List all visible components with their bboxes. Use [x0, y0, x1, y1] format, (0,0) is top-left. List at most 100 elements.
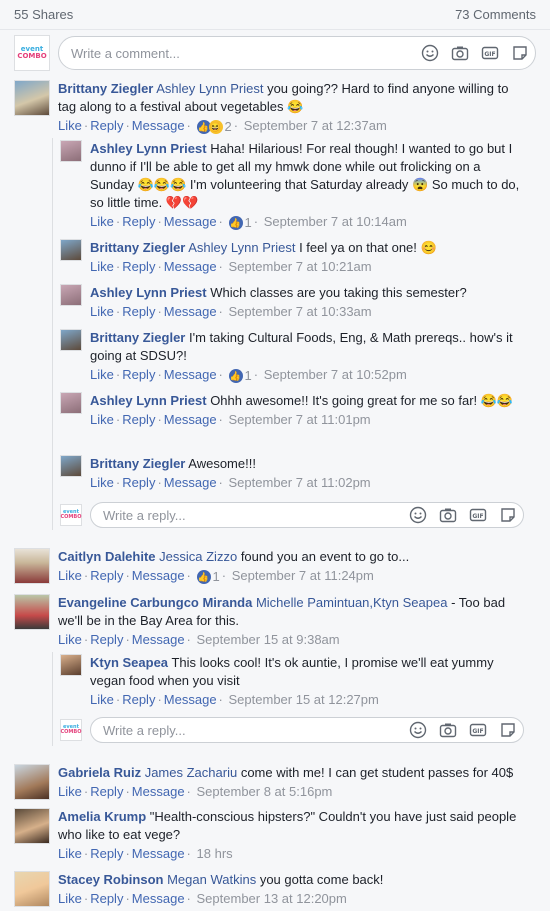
avatar[interactable]: [60, 392, 82, 414]
emoji-icon[interactable]: [409, 506, 427, 524]
avatar[interactable]: [60, 284, 82, 306]
reply-button[interactable]: Reply: [90, 846, 123, 861]
comment-author[interactable]: Gabriela Ruiz: [58, 765, 141, 780]
reply-button[interactable]: Reply: [122, 304, 155, 319]
reply-button[interactable]: Reply: [122, 367, 155, 382]
camera-icon[interactable]: [451, 44, 469, 62]
timestamp[interactable]: September 7 at 10:14am: [264, 214, 407, 229]
tagged-user[interactable]: Jessica Zizzo: [159, 549, 237, 564]
timestamp[interactable]: September 8 at 5:16pm: [197, 784, 333, 799]
message-button[interactable]: Message: [164, 367, 217, 382]
comment-author[interactable]: Ashley Lynn Priest: [90, 393, 207, 408]
tagged-user[interactable]: Michelle Pamintuan,Ktyn Seapea: [256, 595, 448, 610]
avatar[interactable]: [14, 594, 50, 630]
like-button[interactable]: Like: [58, 891, 82, 906]
like-button[interactable]: Like: [58, 784, 82, 799]
timestamp[interactable]: September 7 at 10:52pm: [264, 367, 407, 382]
reply-button[interactable]: Reply: [90, 118, 123, 133]
avatar[interactable]: [14, 871, 50, 907]
message-button[interactable]: Message: [132, 891, 185, 906]
comments-count[interactable]: 73 Comments: [455, 7, 536, 22]
message-button[interactable]: Message: [132, 846, 185, 861]
message-button[interactable]: Message: [164, 304, 217, 319]
reply-button[interactable]: Reply: [90, 891, 123, 906]
gif-icon[interactable]: GIF: [469, 721, 487, 739]
comment-author[interactable]: Brittany Ziegler: [90, 330, 185, 345]
reaction-count[interactable]: 👍 😆 2: [196, 118, 232, 136]
avatar[interactable]: [60, 239, 82, 261]
like-button[interactable]: Like: [90, 259, 114, 274]
message-button[interactable]: Message: [132, 118, 185, 133]
timestamp[interactable]: September 13 at 12:20pm: [197, 891, 347, 906]
reply-button[interactable]: Reply: [90, 784, 123, 799]
message-button[interactable]: Message: [132, 784, 185, 799]
avatar[interactable]: [14, 808, 50, 844]
comment-author[interactable]: Amelia Krump: [58, 809, 146, 824]
message-button[interactable]: Message: [164, 692, 217, 707]
reaction-count[interactable]: 👍 1: [196, 568, 220, 586]
avatar[interactable]: [14, 764, 50, 800]
tagged-user[interactable]: James Zachariu: [145, 765, 237, 780]
message-button[interactable]: Message: [164, 259, 217, 274]
like-button[interactable]: Like: [90, 304, 114, 319]
emoji-icon[interactable]: [409, 721, 427, 739]
timestamp[interactable]: September 7 at 11:24pm: [232, 568, 374, 583]
timestamp[interactable]: September 7 at 10:21am: [229, 259, 372, 274]
avatar[interactable]: [60, 329, 82, 351]
avatar[interactable]: [60, 455, 82, 477]
like-button[interactable]: Like: [90, 214, 114, 229]
comment-author[interactable]: Caitlyn Dalehite: [58, 549, 156, 564]
timestamp[interactable]: September 7 at 12:37am: [244, 118, 387, 133]
comment-author[interactable]: Ktyn Seapea: [90, 655, 168, 670]
message-button[interactable]: Message: [164, 475, 217, 490]
gif-icon[interactable]: GIF: [469, 506, 487, 524]
shares-count[interactable]: 55 Shares: [14, 7, 73, 22]
sticker-icon[interactable]: [499, 721, 517, 739]
reply-button[interactable]: Reply: [90, 568, 123, 583]
tagged-user[interactable]: Ashley Lynn Priest: [188, 240, 295, 255]
avatar[interactable]: [14, 80, 50, 116]
reply-input[interactable]: Write a reply... GIF: [90, 502, 524, 528]
reply-button[interactable]: Reply: [122, 412, 155, 427]
message-button[interactable]: Message: [132, 632, 185, 647]
avatar[interactable]: [60, 140, 82, 162]
gif-icon[interactable]: GIF: [481, 44, 499, 62]
comment-author[interactable]: Ashley Lynn Priest: [90, 141, 207, 156]
tagged-user[interactable]: Megan Watkins: [167, 872, 256, 887]
emoji-icon[interactable]: [421, 44, 439, 62]
comment-author[interactable]: Ashley Lynn Priest: [90, 285, 207, 300]
sticker-icon[interactable]: [511, 44, 529, 62]
sticker-icon[interactable]: [499, 506, 517, 524]
comment-author[interactable]: Stacey Robinson: [58, 872, 163, 887]
comment-input[interactable]: Write a comment... GIF: [58, 36, 536, 70]
comment-author[interactable]: Brittany Ziegler: [58, 81, 153, 96]
comment-author[interactable]: Brittany Ziegler: [90, 240, 185, 255]
avatar[interactable]: [14, 548, 50, 584]
like-button[interactable]: Like: [90, 412, 114, 427]
reply-input[interactable]: Write a reply... GIF: [90, 717, 524, 743]
reply-button[interactable]: Reply: [122, 692, 155, 707]
message-button[interactable]: Message: [164, 214, 217, 229]
like-button[interactable]: Like: [90, 692, 114, 707]
message-button[interactable]: Message: [132, 568, 185, 583]
comment-author[interactable]: Evangeline Carbungco Miranda: [58, 595, 252, 610]
timestamp[interactable]: September 7 at 11:01pm: [229, 412, 371, 427]
like-button[interactable]: Like: [58, 632, 82, 647]
timestamp[interactable]: September 7 at 11:02pm: [229, 475, 371, 490]
like-button[interactable]: Like: [58, 118, 82, 133]
camera-icon[interactable]: [439, 506, 457, 524]
like-button[interactable]: Like: [58, 846, 82, 861]
reply-button[interactable]: Reply: [90, 632, 123, 647]
like-button[interactable]: Like: [90, 367, 114, 382]
like-button[interactable]: Like: [90, 475, 114, 490]
comment-author[interactable]: Brittany Ziegler: [90, 456, 185, 471]
tagged-user[interactable]: Ashley Lynn Priest: [156, 81, 263, 96]
like-button[interactable]: Like: [58, 568, 82, 583]
timestamp[interactable]: September 15 at 9:38am: [197, 632, 340, 647]
message-button[interactable]: Message: [164, 412, 217, 427]
camera-icon[interactable]: [439, 721, 457, 739]
timestamp[interactable]: September 7 at 10:33am: [229, 304, 372, 319]
timestamp[interactable]: 18 hrs: [197, 846, 233, 861]
reply-button[interactable]: Reply: [122, 259, 155, 274]
reply-button[interactable]: Reply: [122, 214, 155, 229]
